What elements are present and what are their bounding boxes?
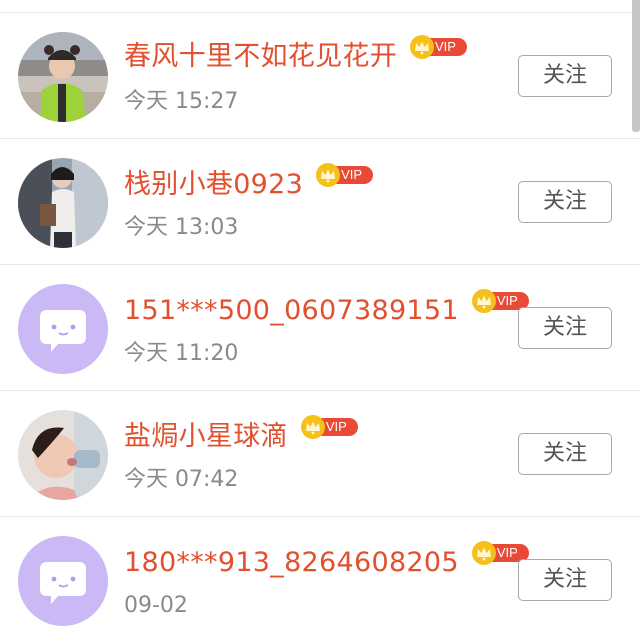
vip-badge: VIP	[409, 34, 467, 60]
user-name-line: 盐焗小星球滴 VIP	[124, 415, 358, 454]
list-item[interactable]: 栈别小巷0923 VIP 今天 13:03 关注	[0, 139, 640, 265]
list-item[interactable]: 151***500_0607389151 VIP 今天 11:20 关注	[0, 265, 640, 391]
user-name[interactable]: 151***500_0607389151	[124, 294, 459, 328]
avatar[interactable]	[18, 284, 108, 374]
follow-time: 今天 11:20	[124, 341, 239, 366]
follow-time: 今天 13:03	[124, 215, 239, 240]
user-name[interactable]: 栈别小巷0923	[124, 168, 303, 202]
user-name[interactable]: 春风十里不如花见花开	[124, 40, 397, 74]
user-name[interactable]: 180***913_8264608205	[124, 546, 459, 580]
user-name-line: 春风十里不如花见花开 VIP	[124, 35, 467, 74]
avatar[interactable]	[18, 410, 108, 500]
crown-icon	[300, 415, 325, 439]
user-name-line: 180***913_8264608205 VIP	[124, 541, 529, 580]
crown-icon	[471, 541, 496, 565]
user-name-line: 栈别小巷0923 VIP	[124, 163, 374, 202]
follow-time: 09-02	[124, 593, 188, 618]
avatar[interactable]	[18, 536, 108, 626]
follow-button[interactable]: 关注	[518, 559, 612, 601]
follow-button[interactable]: 关注	[518, 307, 612, 349]
list-item[interactable]: 春风十里不如花见花开 VIP 今天 15:27 关注	[0, 13, 640, 139]
default-chat-icon	[18, 536, 108, 626]
default-chat-icon	[18, 284, 108, 374]
crown-icon	[410, 35, 434, 59]
crown-icon	[316, 163, 341, 187]
list-item[interactable]: 180***913_8264608205 VIP 09-02 关注	[0, 517, 640, 643]
user-name-line: 151***500_0607389151 VIP	[124, 289, 529, 328]
vip-badge: VIP	[300, 414, 358, 440]
avatar[interactable]	[18, 32, 108, 122]
follow-time: 今天 15:27	[124, 89, 239, 114]
list-item[interactable]: 盐焗小星球滴 VIP 今天 07:42 关注	[0, 391, 640, 517]
vip-badge: VIP	[315, 162, 374, 188]
follow-button[interactable]: 关注	[518, 181, 612, 223]
avatar[interactable]	[18, 158, 108, 248]
follow-button[interactable]: 关注	[518, 433, 612, 475]
crown-icon	[471, 289, 496, 313]
follower-list: 春风十里不如花见花开 VIP 今天 15:27 关注 栈别小巷0923 VIP …	[0, 13, 640, 643]
user-name[interactable]: 盐焗小星球滴	[124, 420, 288, 454]
follow-time: 今天 07:42	[124, 467, 239, 492]
follow-button[interactable]: 关注	[518, 55, 612, 97]
